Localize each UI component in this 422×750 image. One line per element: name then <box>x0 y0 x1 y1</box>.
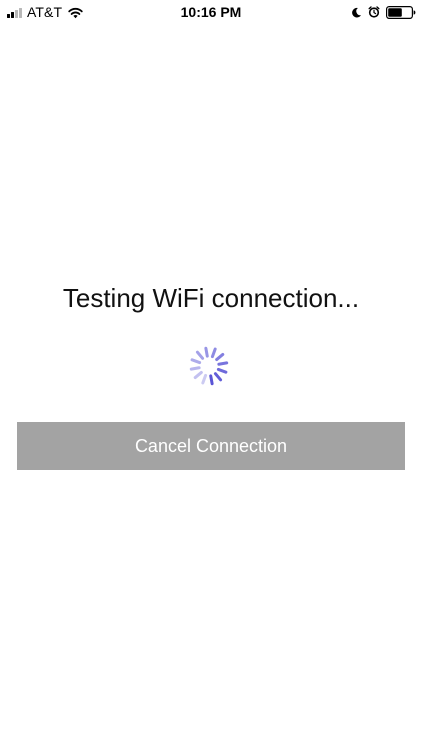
status-bar-right <box>351 4 416 20</box>
spinner-tick <box>217 361 229 366</box>
battery-icon <box>386 5 416 19</box>
spinner-tick <box>215 352 225 362</box>
spinner-tick <box>213 372 223 382</box>
loading-spinner-icon <box>189 346 229 386</box>
alarm-clock-icon <box>368 6 380 18</box>
spinner-tick <box>209 374 214 386</box>
wifi-test-screen: AT&T 10:16 PM Testing WiFi connection...… <box>0 0 422 750</box>
spinner-tick <box>201 373 208 385</box>
spinner-tick <box>190 358 202 365</box>
spinner-tick <box>210 347 217 359</box>
do-not-disturb-moon-icon <box>352 7 361 17</box>
spinner-tick <box>195 350 205 360</box>
cancel-connection-button[interactable]: Cancel Connection <box>17 422 405 470</box>
status-bar: AT&T 10:16 PM <box>0 0 422 24</box>
spinner-tick <box>189 366 201 371</box>
spinner-tick <box>193 370 203 380</box>
connection-status-title: Testing WiFi connection... <box>62 283 360 313</box>
spinner-tick <box>216 367 228 374</box>
spinner-tick <box>204 346 209 358</box>
